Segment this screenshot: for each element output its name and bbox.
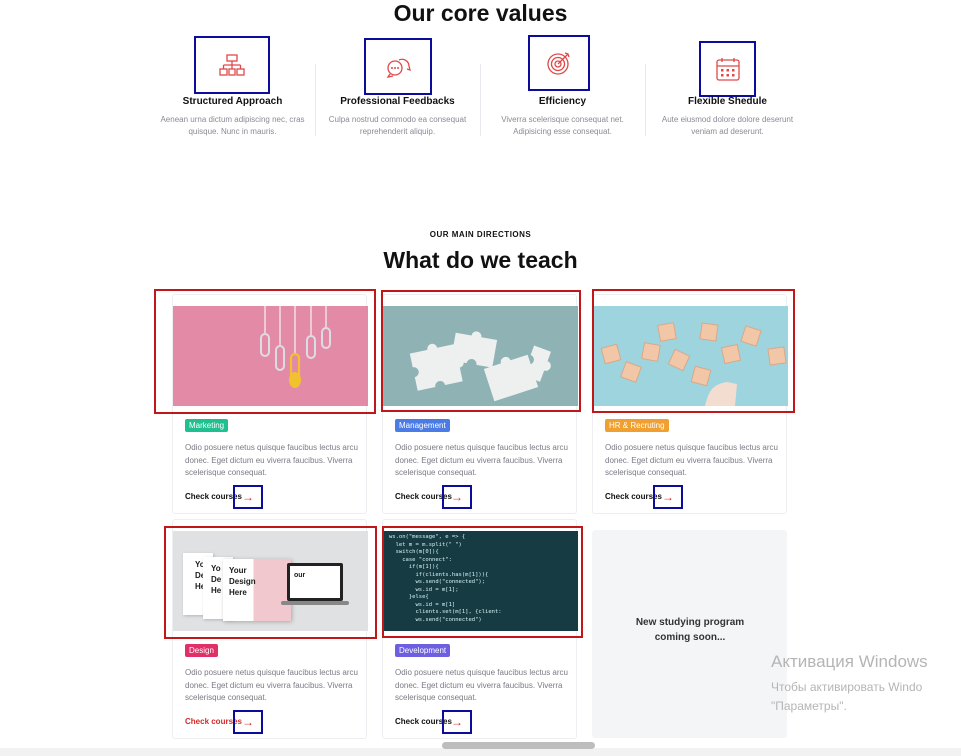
value-title: Flexible Shedule: [688, 96, 767, 107]
arrow-right-icon[interactable]: →: [442, 485, 472, 509]
arrow-right-icon[interactable]: →: [442, 710, 472, 734]
image-highlight: [381, 290, 581, 412]
image-highlight: [164, 526, 377, 639]
windows-activation-line: "Параметры".: [771, 699, 847, 713]
course-description: Odio posuere netus quisque faucibus lect…: [605, 443, 778, 477]
category-tag: Development: [395, 644, 451, 657]
value-title: Structured Approach: [182, 96, 283, 107]
hierarchy-icon: [194, 36, 270, 94]
section-heading: What do we teach: [383, 247, 578, 273]
value-description: Aenean urna dictum adipiscing nec, cras …: [160, 115, 305, 136]
course-description: Odio posuere netus quisque faucibus lect…: [395, 668, 568, 702]
calendar-icon: [699, 41, 756, 97]
page: Our core values Structured Approach Aene…: [0, 0, 961, 756]
windows-activation-title: Активация Windows: [771, 652, 928, 671]
windows-activation-line: Чтобы активировать Windo: [771, 680, 923, 694]
value-title: Professional Feedbacks: [340, 96, 455, 107]
arrow-right-icon[interactable]: →: [653, 485, 683, 509]
value-title: Efficiency: [538, 96, 587, 107]
category-tag: Design: [185, 644, 218, 657]
arrow-right-icon[interactable]: →: [233, 485, 263, 509]
coming-soon-card: New studying program coming soon...: [592, 530, 787, 738]
core-values-row: Structured Approach Aenean urna dictum a…: [150, 35, 810, 146]
windows-activation-text: Чтобы активировать Windo "Параметры".: [771, 678, 922, 716]
course-description: Odio posuere netus quisque faucibus lect…: [185, 668, 358, 702]
category-tag: HR & Recruting: [605, 419, 669, 432]
target-icon: [528, 35, 590, 91]
value-description: Culpa nostrud commodo ea consequat repre…: [328, 115, 467, 136]
category-tag: Management: [395, 419, 450, 432]
section-eyebrow: OUR MAIN DIRECTIONS: [429, 230, 532, 239]
value-description: Aute eiusmod dolore dolore deserunt veni…: [661, 115, 794, 136]
image-highlight: [592, 289, 795, 413]
course-description: Odio posuere netus quisque faucibus lect…: [185, 443, 358, 477]
value-description: Viverra scelerisque consequat net. Adipi…: [501, 115, 624, 136]
horizontal-scroll-track: [0, 748, 961, 756]
coming-soon-text: New studying program coming soon...: [635, 617, 745, 643]
category-tag: Marketing: [185, 419, 229, 432]
core-values-heading: Our core values: [393, 0, 568, 26]
image-highlight: [382, 526, 583, 638]
arrow-right-icon[interactable]: →: [233, 710, 263, 734]
horizontal-scrollbar[interactable]: [442, 742, 595, 749]
chat-bubbles-icon: [364, 38, 432, 95]
course-description: Odio posuere netus quisque faucibus lect…: [395, 443, 568, 477]
image-highlight: [154, 289, 376, 414]
